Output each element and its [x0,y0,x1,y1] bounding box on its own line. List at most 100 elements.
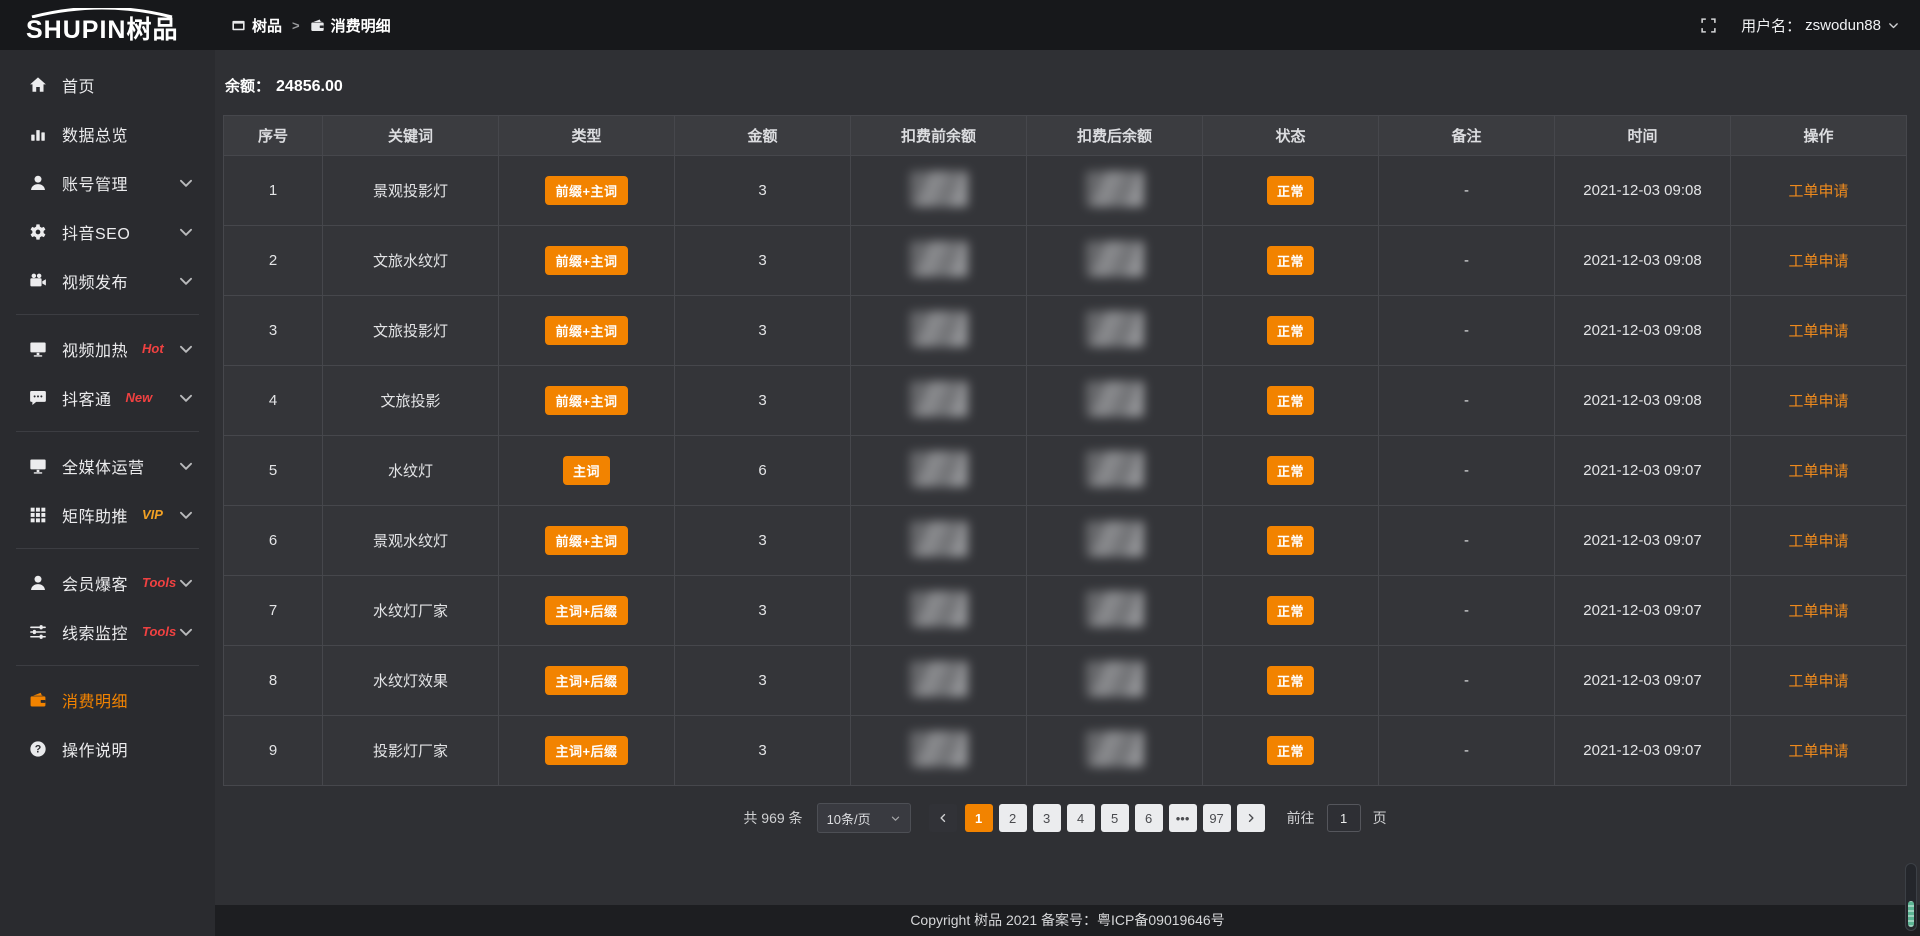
page-button-3[interactable]: 3 [1033,804,1061,832]
type-cell: 前缀+主词 [499,226,675,296]
pagination-prev-button[interactable] [929,804,957,832]
sidebar-item-data-overview[interactable]: 数据总览 [0,109,215,158]
balance-before-redacted [910,311,968,347]
page-button-6[interactable]: 6 [1135,804,1163,832]
sidebar-item-account-management[interactable]: 账号管理 [0,158,215,207]
action-cell: 工单申请 [1731,366,1907,436]
app-logo[interactable]: SHUPIN树品 [0,8,215,42]
bar-chart-icon [29,125,47,143]
goto-suffix: 页 [1373,808,1387,828]
status-badge: 正常 [1267,176,1314,205]
time-cell: 2021-12-03 09:07 [1555,506,1731,576]
chevron-down-icon [1887,19,1900,32]
balance-before-cell [851,156,1027,226]
sidebar-item-label: 抖客通 [62,386,112,410]
table-row: 4文旅投影前缀+主词3正常-2021-12-03 09:08工单申请 [224,366,1907,436]
note-cell: - [1379,646,1555,716]
status-cell: 正常 [1203,506,1379,576]
status-badge: 正常 [1267,736,1314,765]
pagination-ellipsis[interactable]: ••• [1169,804,1197,832]
monitor-icon [29,457,47,475]
window-icon [231,18,246,33]
ticket-request-link[interactable]: 工单申请 [1788,673,1848,690]
type-badge: 主词+后缀 [545,736,627,765]
ticket-request-link[interactable]: 工单申请 [1788,393,1848,410]
balance-after-cell [1027,156,1203,226]
ticket-request-link[interactable]: 工单申请 [1788,533,1848,550]
ticket-request-link[interactable]: 工单申请 [1788,253,1848,270]
time-cell: 2021-12-03 09:08 [1555,296,1731,366]
breadcrumb-item-current[interactable]: 消费明细 [310,15,391,36]
table-row: 5水纹灯主词6正常-2021-12-03 09:07工单申请 [224,436,1907,506]
sidebar-item-label: 账号管理 [62,171,128,195]
chevron-down-icon [177,506,195,524]
chevron-down-icon [890,813,901,824]
scrollbar-thumb[interactable] [1908,901,1914,927]
ticket-request-link[interactable]: 工单申请 [1788,743,1848,760]
chevron-down-icon [177,174,195,192]
sidebar-item-video-publish[interactable]: 视频发布 [0,256,215,305]
sidebar-item-omni-media-operation[interactable]: 全媒体运营 [0,441,215,490]
sidebar-item-consumption-detail[interactable]: 消费明细 [0,675,215,724]
status-cell: 正常 [1203,716,1379,786]
sidebar-item-label: 矩阵助推 [62,503,128,527]
column-header: 备注 [1379,116,1555,156]
ticket-request-link[interactable]: 工单申请 [1788,603,1848,620]
page-button-97[interactable]: 97 [1203,804,1231,832]
keyword-cell: 景观水纹灯 [323,506,499,576]
top-header: SHUPIN树品 树品 > 消费明细 用户名： zswodun88 [0,0,1920,50]
status-cell: 正常 [1203,436,1379,506]
page-button-2[interactable]: 2 [999,804,1027,832]
status-cell: 正常 [1203,156,1379,226]
sidebar-item-member-baoke[interactable]: 会员爆客Tools [0,558,215,607]
user-menu[interactable]: 用户名： zswodun88 [1741,15,1900,36]
breadcrumb-item-home[interactable]: 树品 [231,15,282,36]
row-index-cell: 3 [224,296,323,366]
svg-text:?: ? [35,743,42,755]
goto-label: 前往 [1287,808,1315,828]
page-button-1[interactable]: 1 [965,804,993,832]
status-badge: 正常 [1267,316,1314,345]
page-button-4[interactable]: 4 [1067,804,1095,832]
chevron-left-icon [937,812,949,824]
fullscreen-icon[interactable] [1700,17,1717,34]
logo-text-cn: 树品 [126,16,178,44]
balance-after-redacted [1086,311,1144,347]
column-header: 状态 [1203,116,1379,156]
column-header: 操作 [1731,116,1907,156]
ticket-request-link[interactable]: 工单申请 [1788,183,1848,200]
gear-icon [29,223,47,241]
breadcrumb-separator: > [292,18,300,33]
sidebar-item-douyin-seo[interactable]: 抖音SEO [0,207,215,256]
amount-cell: 3 [675,716,851,786]
sidebar-item-matrix-boost[interactable]: 矩阵助推VIP [0,490,215,539]
keyword-cell: 文旅投影 [323,366,499,436]
status-cell: 正常 [1203,646,1379,716]
sidebar-item-operation-guide[interactable]: ?操作说明 [0,724,215,773]
sidebar-item-video-heating[interactable]: 视频加热Hot [0,324,215,373]
sidebar-item-home[interactable]: 首页 [0,60,215,109]
question-icon: ? [29,740,47,758]
sidebar-item-douketong[interactable]: 抖客通New [0,373,215,422]
status-badge: 正常 [1267,596,1314,625]
action-cell: 工单申请 [1731,226,1907,296]
ticket-request-link[interactable]: 工单申请 [1788,463,1848,480]
amount-cell: 3 [675,576,851,646]
sidebar-divider [16,665,199,666]
display-icon [29,340,47,358]
page-size-select[interactable]: 10条/页 [817,803,911,833]
ticket-request-link[interactable]: 工单申请 [1788,323,1848,340]
goto-page-input[interactable] [1327,804,1361,832]
type-cell: 主词+后缀 [499,716,675,786]
row-index-cell: 1 [224,156,323,226]
row-index-cell: 7 [224,576,323,646]
table-row: 9投影灯厂家主词+后缀3正常-2021-12-03 09:07工单申请 [224,716,1907,786]
balance-after-cell [1027,366,1203,436]
pagination-next-button[interactable] [1237,804,1265,832]
time-cell: 2021-12-03 09:08 [1555,226,1731,296]
row-index-cell: 6 [224,506,323,576]
chevron-down-icon [177,340,195,358]
time-cell: 2021-12-03 09:07 [1555,436,1731,506]
sidebar-item-lead-monitoring[interactable]: 线索监控Tools [0,607,215,656]
page-button-5[interactable]: 5 [1101,804,1129,832]
